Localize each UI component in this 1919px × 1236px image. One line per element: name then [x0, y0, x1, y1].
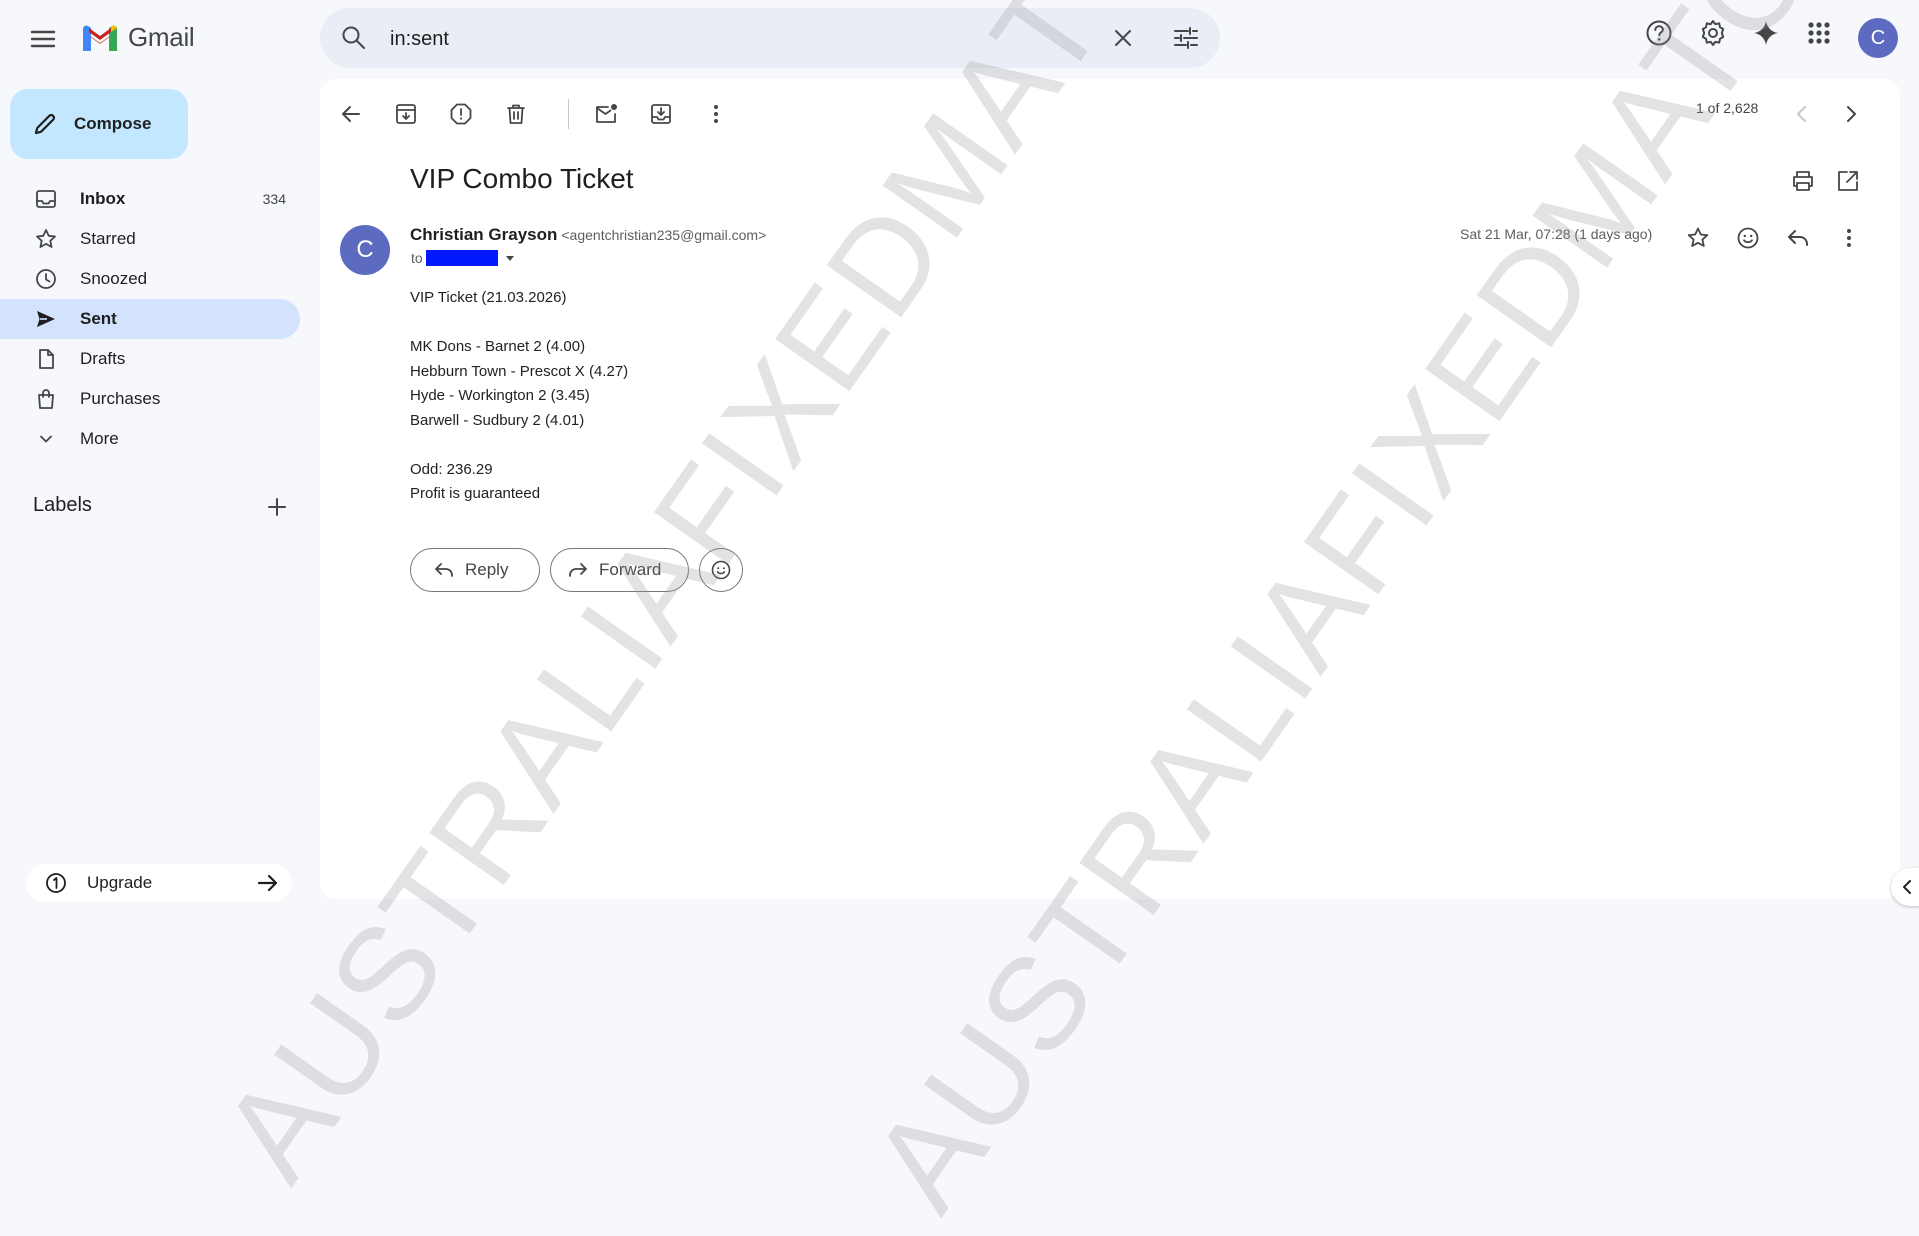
upgrade-info-icon — [46, 873, 66, 893]
star-icon — [36, 229, 56, 248]
message-panel: 1 of 2,628 VIP Combo Ticket C Christian … — [320, 79, 1900, 899]
body-line: Barwell - Sudbury 2 (4.01) — [410, 411, 585, 429]
pagination-count: 1 of 2,628 — [1696, 100, 1759, 116]
sidebar-item-label: Drafts — [80, 349, 126, 368]
search-input[interactable] — [388, 22, 1092, 56]
shopping-bag-icon — [38, 389, 54, 409]
sidebar-item-sent[interactable]: Sent — [0, 299, 300, 339]
redacted-recipient — [425, 250, 498, 266]
emoji-icon — [711, 560, 731, 580]
body-line: VIP Ticket (21.03.2026) — [410, 289, 567, 306]
help-icon[interactable] — [1644, 18, 1674, 48]
to-label: to — [411, 250, 423, 266]
account-avatar[interactable]: C — [1858, 18, 1898, 58]
upgrade-button[interactable]: Upgrade — [26, 864, 292, 902]
sidebar-item-drafts[interactable]: Drafts — [0, 339, 300, 379]
hamburger-menu-icon — [30, 30, 56, 48]
compose-label: Compose — [74, 114, 152, 133]
upgrade-label: Upgrade — [87, 873, 153, 892]
email-subject: VIP Combo Ticket — [410, 163, 634, 194]
delete-trash-icon[interactable] — [503, 101, 529, 127]
compose-button[interactable]: Compose — [10, 89, 188, 159]
clear-search-icon[interactable] — [1110, 25, 1136, 51]
add-reaction-emoji-icon[interactable] — [1735, 225, 1761, 251]
chevron-left-icon — [1903, 880, 1911, 894]
sidebar-item-snoozed[interactable]: Snoozed — [0, 259, 300, 299]
sender-line: Christian Grayson <agentchristian235@gmai… — [410, 225, 766, 245]
report-spam-icon[interactable] — [448, 101, 474, 127]
sidebar-item-label: Snoozed — [80, 269, 148, 288]
reply-label: Reply — [465, 560, 509, 579]
recipient-line: to — [411, 250, 516, 266]
mark-unread-icon[interactable] — [593, 101, 619, 127]
body-line: Hebburn Town - Prescot X (4.27) — [410, 362, 629, 380]
open-in-new-window-icon[interactable] — [1835, 168, 1861, 194]
print-icon[interactable] — [1790, 168, 1816, 194]
inbox-unread-count: 334 — [262, 191, 286, 207]
reply-arrow-icon[interactable] — [1785, 225, 1811, 251]
labels-heading: Labels — [33, 494, 92, 516]
chevron-down-icon — [40, 435, 52, 443]
inbox-icon — [36, 190, 56, 208]
back-arrow-icon[interactable] — [338, 101, 364, 127]
sidebar-item-label: Sent — [80, 309, 117, 328]
body-line: Hyde - Workington 2 (3.45) — [410, 387, 590, 404]
sidebar-item-label: Inbox — [80, 189, 126, 208]
main-menu-button[interactable] — [26, 26, 62, 52]
gemini-sparkle-icon[interactable] — [1751, 18, 1781, 48]
clock-icon — [36, 269, 56, 289]
sidebar-item-label: Purchases — [80, 389, 161, 408]
forward-button[interactable]: Forward — [550, 548, 689, 592]
pencil-icon — [34, 113, 56, 135]
send-icon — [37, 311, 55, 327]
more-options-vertical-icon[interactable] — [703, 101, 729, 127]
search-bar[interactable] — [320, 8, 1220, 68]
sidebar-item-inbox[interactable]: Inbox 334 — [0, 179, 300, 219]
email-date: Sat 21 Mar, 07:28 (1 days ago) — [1460, 226, 1653, 242]
add-label-icon[interactable] — [266, 496, 288, 518]
sidebar-item-purchases[interactable]: Purchases — [0, 379, 300, 419]
show-details-dropdown-icon[interactable] — [504, 252, 516, 264]
app-title: Gmail — [128, 22, 195, 52]
move-to-icon[interactable] — [648, 101, 674, 127]
apps-grid-icon[interactable] — [1804, 18, 1834, 48]
body-line: MK Dons - Barnet 2 (4.00) — [410, 338, 586, 355]
sender-avatar: C — [340, 225, 390, 275]
sender-name[interactable]: Christian Grayson — [410, 225, 557, 244]
draft-icon — [39, 349, 54, 369]
email-body: VIP Ticket (21.03.2026) MK Dons - Barnet… — [410, 286, 628, 507]
arrow-right-icon — [257, 874, 278, 892]
react-emoji-button[interactable] — [699, 548, 743, 592]
forward-icon — [569, 563, 587, 577]
settings-gear-icon[interactable] — [1698, 18, 1728, 48]
older-chevron-right-icon[interactable] — [1840, 101, 1862, 127]
body-line: Profit is guaranteed — [410, 485, 541, 502]
forward-label: Forward — [599, 560, 662, 579]
gmail-m-icon — [83, 25, 117, 51]
search-options-icon[interactable] — [1172, 25, 1200, 51]
body-line: Odd: 236.29 — [410, 460, 493, 478]
newer-chevron-left-icon[interactable] — [1791, 101, 1813, 127]
sidebar-item-label: Starred — [80, 229, 136, 248]
search-icon[interactable] — [340, 24, 368, 52]
sidebar-item-starred[interactable]: Starred — [0, 219, 300, 259]
side-panel-toggle[interactable] — [1891, 868, 1919, 906]
toolbar-divider — [568, 99, 569, 129]
archive-icon[interactable] — [393, 101, 419, 127]
sidebar-item-more[interactable]: More — [0, 419, 300, 459]
sender-email: <agentchristian235@gmail.com> — [561, 227, 767, 243]
sidebar-item-label: More — [80, 429, 119, 448]
message-more-options-icon[interactable] — [1836, 225, 1862, 251]
reply-icon — [435, 563, 453, 577]
star-icon[interactable] — [1685, 225, 1711, 251]
reply-button[interactable]: Reply — [410, 548, 540, 592]
gmail-logo[interactable]: Gmail — [80, 22, 195, 53]
